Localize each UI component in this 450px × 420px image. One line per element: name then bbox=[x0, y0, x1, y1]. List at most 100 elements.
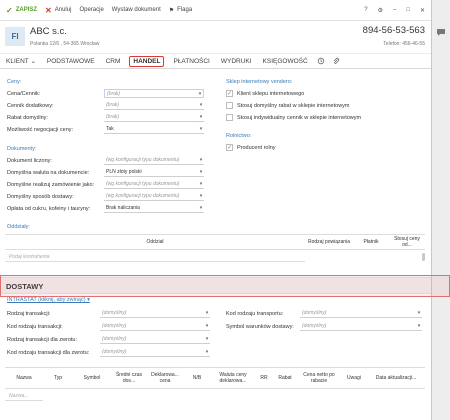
chevron-down-icon: ▾ bbox=[205, 336, 209, 342]
avatar: FI bbox=[5, 27, 25, 46]
default-discount-label: Rabat domyślny: bbox=[7, 115, 48, 121]
extra-price-list-label: Cennik dodatkowy: bbox=[7, 103, 54, 109]
transport-code-select[interactable]: (domyślny) ▾ bbox=[300, 309, 422, 318]
col-apply-prices[interactable]: Stosuj ceny od... bbox=[389, 236, 425, 248]
chevron-down-icon: ▾ bbox=[417, 323, 421, 329]
save-button[interactable]: ✓ ZAPISZ bbox=[6, 6, 37, 15]
branch-filter-input[interactable]: Podaj kontrahenta bbox=[5, 252, 305, 262]
tab-wydruki[interactable]: WYDRUKI bbox=[219, 57, 254, 66]
col-symbol[interactable]: Symbol bbox=[73, 375, 111, 381]
transport-code-label: Kod rodzaju transportu: bbox=[226, 311, 284, 317]
branches-section-title: Oddziały: bbox=[7, 224, 30, 230]
documents-section-title: Dokumenty: bbox=[7, 146, 37, 152]
tab-bar: KLIENT ⌄ PODSTAWOWE CRM HANDEL PŁATNOŚCI… bbox=[0, 54, 431, 69]
col-notes[interactable]: Uwagi bbox=[341, 375, 367, 381]
col-update-date[interactable]: Data aktualizacji... bbox=[367, 375, 425, 381]
col-avg-delivery-time[interactable]: Średni czas dos... bbox=[111, 372, 147, 384]
comment-icon[interactable] bbox=[436, 28, 446, 37]
price-negotiation-select[interactable]: Tak ▾ bbox=[104, 125, 204, 134]
delivery-terms-select[interactable]: (domyślny) ▾ bbox=[300, 322, 422, 331]
col-rr[interactable]: RR bbox=[255, 375, 273, 381]
currency-label: Domyślna waluta na dokumencie: bbox=[7, 170, 90, 176]
attachment-icon[interactable] bbox=[332, 57, 340, 65]
tab-podstawowe[interactable]: PODSTAWOWE bbox=[45, 57, 97, 66]
tab-handel[interactable]: HANDEL bbox=[129, 55, 165, 67]
webshop-pricelist-checkbox[interactable]: Stosuj indywidualny cennik w sklepie int… bbox=[226, 114, 361, 121]
extra-price-list-select[interactable]: (brak) ▾ bbox=[104, 101, 204, 110]
order-fulfill-select[interactable]: (wg konfiguracji typu dokumentu) ▾ bbox=[104, 180, 204, 189]
client-header: FI ABC s.c. Polanka 12/6 , 54-365 Wrocła… bbox=[0, 21, 431, 54]
currency-select[interactable]: PLN złoty polski ▾ bbox=[104, 168, 204, 177]
close-window-icon[interactable]: ✕ bbox=[420, 7, 425, 14]
flag-button[interactable]: ⚑ Flaga bbox=[169, 7, 192, 14]
tab-platnosci[interactable]: PŁATNOŚCI bbox=[171, 57, 211, 66]
tab-ksiegowosc[interactable]: KSIĘGOWOŚĆ bbox=[261, 57, 310, 66]
transaction-code-label: Kod rodzaju transakcji: bbox=[7, 324, 63, 330]
webshop-client-checkbox[interactable]: ✓ Klient sklepu internetowego bbox=[226, 90, 304, 97]
farmer-checkbox[interactable]: ✓ Producent rolny bbox=[226, 144, 276, 151]
chevron-down-icon: ▾ bbox=[199, 181, 203, 187]
default-discount-select[interactable]: (brak) ▾ bbox=[104, 113, 204, 122]
chevron-down-icon: ▾ bbox=[205, 310, 209, 316]
chevron-down-icon: ▾ bbox=[199, 102, 203, 108]
highlight-overlay bbox=[0, 275, 450, 297]
return-transaction-code-label: Kod rodzaju transakcji dla zwrotu: bbox=[7, 350, 90, 356]
right-side-rail bbox=[432, 0, 450, 420]
chevron-down-icon: ▾ bbox=[205, 349, 209, 355]
company-name: ABC s.c. bbox=[30, 26, 67, 37]
price-list-select[interactable]: (brak) ▾ bbox=[104, 89, 204, 98]
checkbox-checked-icon: ✓ bbox=[226, 90, 233, 97]
checkbox-checked-icon: ✓ bbox=[226, 144, 233, 151]
chevron-down-icon: ▾ bbox=[199, 157, 203, 163]
col-type[interactable]: Typ bbox=[43, 375, 73, 381]
settings-icon[interactable]: ⚙ bbox=[378, 7, 383, 14]
intrastat-toggle-link[interactable]: INTRASTAT (kliknij, aby zwinąć) ▾ bbox=[7, 297, 90, 303]
webshop-discount-checkbox[interactable]: Stosuj domyślny rabat w sklepie internet… bbox=[226, 102, 350, 109]
help-icon[interactable]: ? bbox=[364, 7, 367, 13]
chevron-down-icon: ▾ bbox=[198, 90, 202, 97]
col-discount[interactable]: Rabat bbox=[273, 375, 297, 381]
chevron-down-icon: ▾ bbox=[205, 323, 209, 329]
chevron-down-icon: ▾ bbox=[199, 193, 203, 199]
toolbar: ✓ ZAPISZ ✕ Anuluj Operacje Wystaw dokume… bbox=[0, 0, 431, 21]
close-icon: ✕ bbox=[45, 5, 52, 15]
phone-number: 894-56-53-563 bbox=[362, 25, 425, 36]
col-nb[interactable]: N/B bbox=[183, 375, 211, 381]
col-branch[interactable]: Oddział bbox=[5, 239, 305, 245]
return-transaction-type-select[interactable]: (domyślny) ▾ bbox=[100, 335, 210, 344]
cancel-button[interactable]: ✕ Anuluj bbox=[45, 6, 71, 15]
chevron-down-icon: ▾ bbox=[199, 126, 203, 132]
minimize-icon[interactable]: – bbox=[393, 7, 396, 13]
col-net-price[interactable]: Cena netto po rabacie bbox=[297, 372, 341, 384]
client-window: ✓ ZAPISZ ✕ Anuluj Operacje Wystaw dokume… bbox=[0, 0, 432, 420]
handel-content: Ceny: Cena/Cennik: (brak) ▾ Cennik dodatk… bbox=[0, 69, 431, 419]
chevron-down-icon: ▾ bbox=[199, 114, 203, 120]
col-declared-currency[interactable]: Waluta ceny deklarowa... bbox=[211, 372, 255, 384]
col-declared-price[interactable]: Deklarowa... cena bbox=[147, 372, 183, 384]
delivery-name-filter-input[interactable]: Nazwa... bbox=[5, 391, 43, 401]
branches-scrollbar[interactable] bbox=[422, 253, 425, 261]
operations-menu[interactable]: Operacje bbox=[79, 7, 103, 13]
col-payer[interactable]: Płatnik bbox=[353, 239, 389, 245]
chevron-down-icon: ▾ bbox=[199, 205, 203, 211]
transaction-code-select[interactable]: (domyślny) ▾ bbox=[100, 322, 210, 331]
delivery-method-select[interactable]: (wg konfiguracji typu dokumentu) ▾ bbox=[104, 192, 204, 201]
calc-document-select[interactable]: (wg konfiguracji typu dokumentu) ▾ bbox=[104, 156, 204, 165]
delivery-table-header: Nazwa Typ Symbol Średni czas dos... Dekl… bbox=[5, 367, 425, 389]
transaction-type-select[interactable]: (domyślny) ▾ bbox=[100, 309, 210, 318]
col-relation-type[interactable]: Rodzaj powiązania bbox=[305, 239, 353, 245]
branches-table-header: Oddział Rodzaj powiązania Płatnik Stosuj… bbox=[5, 234, 425, 250]
issue-document-menu[interactable]: Wystaw dokument bbox=[112, 7, 161, 13]
prices-section-title: Ceny: bbox=[7, 79, 22, 85]
tab-crm[interactable]: CRM bbox=[104, 57, 123, 66]
col-name[interactable]: Nazwa bbox=[5, 375, 43, 381]
return-transaction-code-select[interactable]: (domyślny) ▾ bbox=[100, 348, 210, 357]
chevron-down-icon: ▾ bbox=[417, 310, 421, 316]
history-icon[interactable] bbox=[317, 57, 325, 65]
sugar-fee-select[interactable]: Brak naliczania ▾ bbox=[104, 204, 204, 213]
checkbox-icon bbox=[226, 114, 233, 121]
order-fulfill-label: Domyślne realizuj zamówienie jako: bbox=[7, 182, 95, 188]
phone-secondary: Telefon: 456-46-55 bbox=[383, 41, 425, 47]
tab-klient[interactable]: KLIENT ⌄ bbox=[4, 56, 38, 66]
maximize-icon[interactable]: □ bbox=[406, 7, 410, 13]
